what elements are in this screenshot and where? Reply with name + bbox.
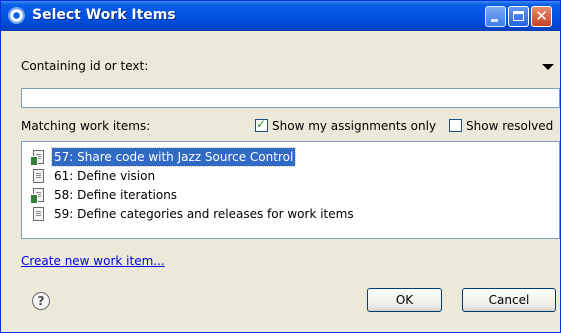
checkmark-icon: ✓ [256,117,267,131]
maximize-icon [513,11,524,21]
title-bar[interactable]: Select Work Items ✕ [1,1,560,31]
create-new-work-item-link[interactable]: Create new work item... [21,254,165,268]
help-icon[interactable]: ? [32,292,50,310]
work-item-assigned-badge-icon [30,194,38,204]
filter-input[interactable] [21,88,560,108]
filter-history-dropdown-icon[interactable] [542,64,554,70]
list-item-label: 57: Share code with Jazz Source Control [50,147,297,167]
show-my-assignments-checkbox[interactable]: ✓ [255,117,268,132]
matching-items-label: Matching work items: [21,119,151,133]
work-item-assigned-badge-icon [30,156,38,166]
work-item-icon [33,207,44,221]
ok-button[interactable]: OK [367,288,442,312]
show-my-assignments-label[interactable]: Show my assignments only [272,119,436,133]
maximize-button[interactable] [508,6,529,27]
show-resolved-label[interactable]: Show resolved [466,119,553,133]
cancel-button[interactable]: Cancel [462,288,556,312]
list-item-label: 61: Define vision [54,169,156,183]
work-items-list[interactable]: 57: Share code with Jazz Source Control … [21,141,560,239]
window-title: Select Work Items [32,7,176,23]
close-icon: ✕ [535,7,548,25]
work-item-icon [33,169,44,183]
filter-label: Containing id or text: [21,59,149,73]
close-button[interactable]: ✕ [531,6,552,27]
select-work-items-dialog: Select Work Items ✕ Containing id or tex… [0,0,561,333]
eclipse-app-icon [8,7,25,24]
list-item-label: 59: Define categories and releases for w… [54,207,354,221]
minimize-icon [491,19,498,22]
show-resolved-checkbox[interactable] [449,119,462,132]
minimize-button[interactable] [485,6,506,27]
list-item-label: 58: Define iterations [54,188,178,202]
